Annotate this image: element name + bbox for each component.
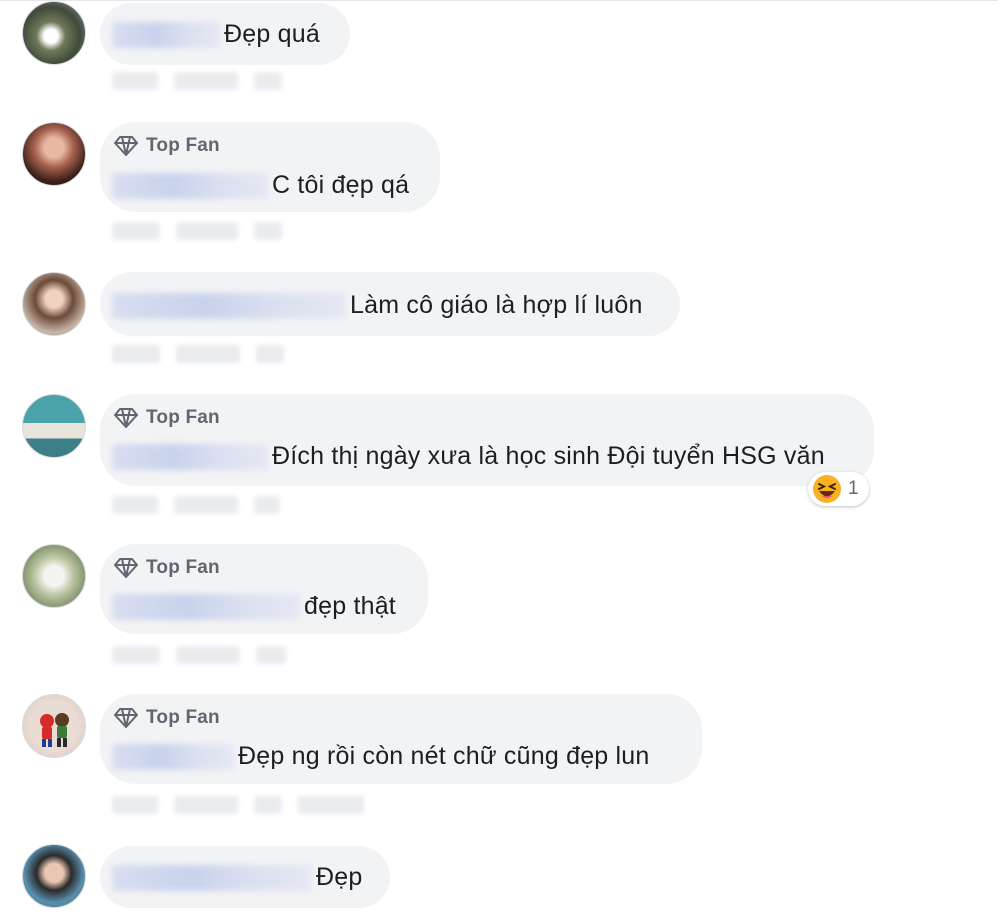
reply-link[interactable]: [174, 72, 238, 90]
commenter-name[interactable]: [112, 21, 220, 48]
avatar[interactable]: [22, 544, 86, 608]
avatar[interactable]: [22, 272, 86, 336]
timestamp[interactable]: [254, 72, 282, 90]
avatar-illustration: [40, 713, 69, 747]
diamond-icon: [114, 558, 138, 578]
like-link[interactable]: [112, 646, 160, 664]
timestamp[interactable]: [254, 496, 280, 514]
laughing-emoji-icon: [813, 475, 841, 503]
avatar[interactable]: [22, 1, 86, 65]
diamond-icon: [114, 708, 138, 728]
diamond-icon: [114, 136, 138, 156]
avatar[interactable]: [22, 122, 86, 186]
avatar[interactable]: [22, 844, 86, 908]
comment-actions: [112, 792, 364, 818]
top-fan-badge: Top Fan: [114, 407, 220, 429]
reply-link[interactable]: [176, 222, 238, 240]
reply-link[interactable]: [176, 646, 240, 664]
comment-actions: [112, 341, 284, 367]
like-link[interactable]: [112, 345, 160, 363]
like-link[interactable]: [112, 72, 158, 90]
commenter-name[interactable]: [112, 292, 346, 319]
diamond-icon: [114, 408, 138, 428]
comment-text: Làm cô giáo là hợp lí luôn: [350, 291, 643, 319]
avatar[interactable]: [22, 394, 86, 458]
comment-actions: [112, 642, 286, 668]
commenter-name[interactable]: [112, 743, 234, 770]
comment-text: Đẹp: [316, 863, 363, 891]
like-link[interactable]: [112, 796, 158, 814]
comment-text: Đẹp quá: [224, 20, 320, 48]
comment-bubble: Top Fan Đẹp ng rồi còn nét chữ cũng đẹp …: [100, 694, 702, 784]
comment-bubble: Top Fan Đích thị ngày xưa là học sinh Độ…: [100, 394, 874, 486]
comment-bubble: Làm cô giáo là hợp lí luôn: [100, 272, 680, 336]
reply-link[interactable]: [174, 796, 238, 814]
badge-label: Top Fan: [146, 707, 220, 728]
comment-actions: [112, 68, 282, 94]
badge-label: Top Fan: [146, 135, 220, 156]
comment-bubble: Top Fan C tôi đẹp qá: [100, 122, 440, 212]
comment-text: Đích thị ngày xưa là học sinh Đội tuyển …: [272, 442, 825, 470]
comment-text: đẹp thật: [304, 592, 396, 620]
reaction-summary[interactable]: 1: [808, 472, 869, 506]
comment-bubble: Đẹp quá: [100, 3, 350, 65]
comment-bubble: Đẹp: [100, 846, 390, 908]
avatar[interactable]: [22, 694, 86, 758]
badge-label: Top Fan: [146, 557, 220, 578]
like-link[interactable]: [112, 496, 158, 514]
timestamp[interactable]: [256, 345, 284, 363]
reply-link[interactable]: [176, 345, 240, 363]
timestamp[interactable]: [256, 646, 286, 664]
comment-text: Đẹp ng rồi còn nét chữ cũng đẹp lun: [238, 742, 650, 770]
top-fan-badge: Top Fan: [114, 557, 220, 579]
comment-actions: [112, 218, 282, 244]
reply-link[interactable]: [174, 496, 238, 514]
comment-text: C tôi đẹp qá: [272, 171, 410, 199]
badge-label: Top Fan: [146, 407, 220, 428]
top-fan-badge: Top Fan: [114, 707, 220, 729]
edited-label: [298, 796, 364, 814]
top-divider: [0, 0, 998, 1]
like-link[interactable]: [112, 222, 160, 240]
top-fan-badge: Top Fan: [114, 135, 220, 157]
commenter-name[interactable]: [112, 172, 268, 199]
comment-actions: [112, 492, 280, 518]
timestamp[interactable]: [254, 796, 282, 814]
commenter-name[interactable]: [112, 593, 300, 620]
timestamp[interactable]: [254, 222, 282, 240]
reaction-count: 1: [848, 478, 859, 499]
commenter-name[interactable]: [112, 443, 268, 470]
commenter-name[interactable]: [112, 864, 312, 891]
comment-bubble: Top Fan đẹp thật: [100, 544, 428, 634]
